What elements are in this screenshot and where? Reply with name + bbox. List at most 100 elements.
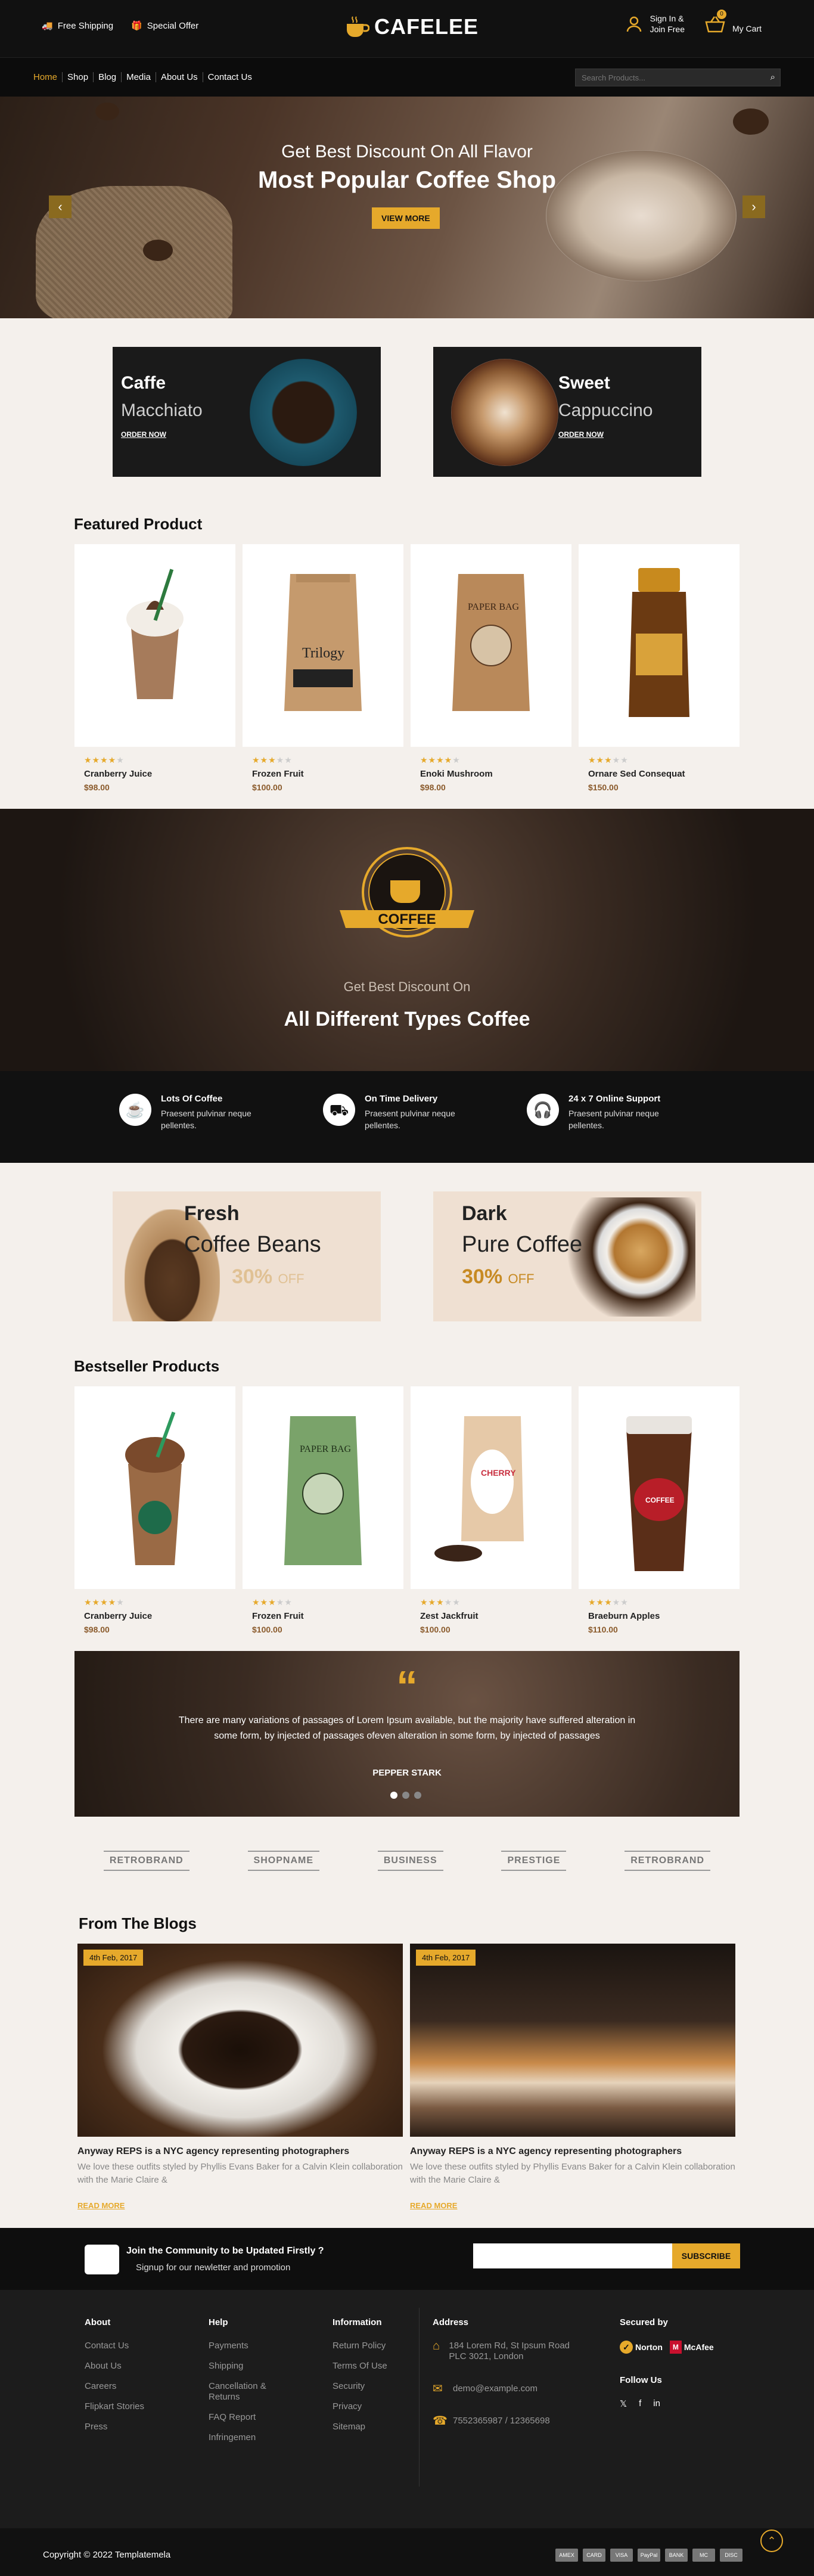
brand-logo[interactable]: RETROBRAND xyxy=(625,1851,711,1871)
order-now-link[interactable]: ORDER NOW xyxy=(558,430,604,439)
newsletter-email-input[interactable] xyxy=(473,2243,673,2268)
footer-link[interactable]: About Us xyxy=(85,2361,144,2372)
promo-title: Caffe xyxy=(121,373,166,393)
product-name[interactable]: Ornare Sed Consequat xyxy=(588,769,730,779)
product-name[interactable]: Cranberry Juice xyxy=(84,1611,226,1621)
blog-image[interactable]: 4th Feb, 2017 xyxy=(410,1944,735,2137)
twitter-icon[interactable]: 𝕏 xyxy=(620,2398,627,2409)
linkedin-icon[interactable]: in xyxy=(653,2398,660,2409)
slider-dot[interactable] xyxy=(414,1792,421,1799)
footer-link[interactable]: Sitemap xyxy=(333,2422,387,2432)
scroll-to-top-button[interactable]: ⌃ xyxy=(760,2530,783,2552)
slider-prev-button[interactable]: ‹ xyxy=(49,195,72,218)
svg-text:CHERRY: CHERRY xyxy=(481,1468,516,1478)
nav-home[interactable]: Home xyxy=(29,72,63,82)
search-icon[interactable]: ⌕ xyxy=(770,72,775,82)
product-name[interactable]: Braeburn Apples xyxy=(588,1611,730,1621)
promo-subtitle: Coffee Beans xyxy=(184,1232,321,1257)
cart-link[interactable]: 0 My Cart xyxy=(705,10,762,35)
blog-title[interactable]: Anyway REPS is a NYC agency representing… xyxy=(77,2146,403,2157)
promo-banner-fresh-beans[interactable]: Fresh Coffee Beans 30% OFF xyxy=(113,1191,381,1321)
product-name[interactable]: Frozen Fruit xyxy=(252,769,394,779)
product-card[interactable]: COFFEE ★★★★★ Braeburn Apples $110.00 xyxy=(579,1386,740,1634)
headphones-icon: 🎧 xyxy=(527,1094,559,1126)
product-card[interactable]: PAPER BAG ★★★★★ Enoki Mushroom $98.00 xyxy=(411,544,571,792)
footer-link[interactable]: Contact Us xyxy=(85,2341,144,2351)
footer-link[interactable]: Payments xyxy=(209,2341,292,2351)
nav-media[interactable]: Media xyxy=(122,72,156,82)
product-price: $100.00 xyxy=(252,783,282,792)
view-more-button[interactable]: VIEW MORE xyxy=(372,207,440,229)
slider-dot[interactable] xyxy=(402,1792,409,1799)
slider-dot[interactable] xyxy=(390,1792,397,1799)
nav-about-us[interactable]: About Us xyxy=(156,72,203,82)
product-card[interactable]: PAPER BAG ★★★★★ Frozen Fruit $100.00 xyxy=(243,1386,403,1634)
product-card[interactable]: ★★★★★ Cranberry Juice $98.00 xyxy=(74,1386,235,1634)
product-card[interactable]: CHERRY ★★★★★ Zest Jackfruit $100.00 xyxy=(411,1386,571,1634)
site-logo[interactable]: CAFELEE xyxy=(344,14,479,39)
product-card[interactable]: Trilogy ★★★★★ Frozen Fruit $100.00 xyxy=(243,544,403,792)
footer-about: About Contact Us About Us Careers Flipka… xyxy=(85,2317,144,2442)
coffee-bean-image xyxy=(95,103,119,120)
footer-link[interactable]: Privacy xyxy=(333,2401,387,2412)
special-offer-link[interactable]: 🎁 Special Offer xyxy=(131,20,198,31)
product-name[interactable]: Frozen Fruit xyxy=(252,1611,394,1621)
footer-link[interactable]: FAQ Report xyxy=(209,2412,292,2423)
brand-logo[interactable]: RETROBRAND xyxy=(103,1851,189,1871)
svg-text:Trilogy: Trilogy xyxy=(302,645,344,661)
promo-banners: Caffe Macchiato ORDER NOW Sweet Cappucci… xyxy=(113,347,701,477)
footer-link[interactable]: Security xyxy=(333,2381,387,2392)
footer-heading: About xyxy=(85,2317,111,2327)
free-shipping-link[interactable]: 🚚 Free Shipping xyxy=(42,20,113,31)
payment-icons: AMEX CARD VISA PayPal BANK MC DISC xyxy=(555,2549,742,2562)
footer-link[interactable]: Terms Of Use xyxy=(333,2361,387,2372)
nav-blog[interactable]: Blog xyxy=(94,72,122,82)
brand-logo[interactable]: PRESTIGE xyxy=(501,1851,567,1871)
blog-image[interactable]: 4th Feb, 2017 xyxy=(77,1944,403,2137)
subscribe-button[interactable]: SUBSCRIBE xyxy=(672,2243,740,2268)
footer-link[interactable]: Return Policy xyxy=(333,2341,387,2351)
gift-icon: 🎁 xyxy=(131,21,142,31)
sign-in-link[interactable]: Sign In & Join Free xyxy=(625,13,685,35)
footer-link[interactable]: Infringemen xyxy=(209,2432,292,2443)
blog-title[interactable]: Anyway REPS is a NYC agency representing… xyxy=(410,2146,735,2157)
product-image: CHERRY xyxy=(411,1386,571,1589)
product-name[interactable]: Enoki Mushroom xyxy=(420,769,562,779)
promo-discount: 30% OFF xyxy=(232,1265,305,1288)
footer-link[interactable]: Flipkart Stories xyxy=(85,2401,144,2412)
search-input[interactable] xyxy=(576,69,754,86)
product-card[interactable]: ★★★★★ Cranberry Juice $98.00 xyxy=(74,544,235,792)
nav-shop[interactable]: Shop xyxy=(63,72,94,82)
slider-next-button[interactable]: › xyxy=(742,195,765,218)
nav-contact-us[interactable]: Contact Us xyxy=(203,72,257,82)
brand-logo[interactable]: SHOPNAME xyxy=(247,1851,319,1871)
mail-icon xyxy=(85,2245,119,2274)
email-link[interactable]: demo@example.com xyxy=(453,2383,538,2394)
footer-heading: Address xyxy=(433,2317,469,2327)
feature-item: 🎧 24 x 7 Online Support Praesent pulvinar … xyxy=(527,1094,695,1163)
brand-logo[interactable]: BUSINESS xyxy=(377,1851,443,1871)
product-name[interactable]: Cranberry Juice xyxy=(84,769,226,779)
order-now-link[interactable]: ORDER NOW xyxy=(121,430,166,439)
newsletter-bar: Join the Community to be Updated Firstly… xyxy=(0,2228,814,2290)
footer-address: Address ⌂ 184 Lorem Rd, St Ipsum Road PLC… xyxy=(433,2317,582,2448)
product-name[interactable]: Zest Jackfruit xyxy=(420,1611,562,1621)
promo-banner-dark-coffee[interactable]: Dark Pure Coffee 30% OFF xyxy=(433,1191,701,1321)
bank-icon: BANK xyxy=(665,2549,688,2562)
facebook-icon[interactable]: f xyxy=(639,2398,641,2409)
footer-link[interactable]: Press xyxy=(85,2422,144,2432)
footer-link[interactable]: Shipping xyxy=(209,2361,292,2372)
read-more-link[interactable]: READ MORE xyxy=(410,2201,735,2210)
promo-title: Fresh xyxy=(184,1202,240,1225)
product-price: $150.00 xyxy=(588,783,619,792)
coffee-banner-subtitle: Get Best Discount On xyxy=(343,979,471,994)
footer-link[interactable]: Cancellation & Returns xyxy=(209,2381,292,2403)
feature-text: Praesent pulvinar neque pellentes. xyxy=(568,1109,659,1130)
product-card[interactable]: ★★★★★ Ornare Sed Consequat $150.00 xyxy=(579,544,740,792)
footer-link[interactable]: Careers xyxy=(85,2381,144,2392)
read-more-link[interactable]: READ MORE xyxy=(77,2201,403,2210)
mastercard-icon: MC xyxy=(692,2549,715,2562)
promo-banner-cappuccino[interactable]: Sweet Cappuccino ORDER NOW xyxy=(433,347,701,477)
footer-heading: Information xyxy=(333,2317,382,2327)
promo-banner-macchiato[interactable]: Caffe Macchiato ORDER NOW xyxy=(113,347,381,477)
